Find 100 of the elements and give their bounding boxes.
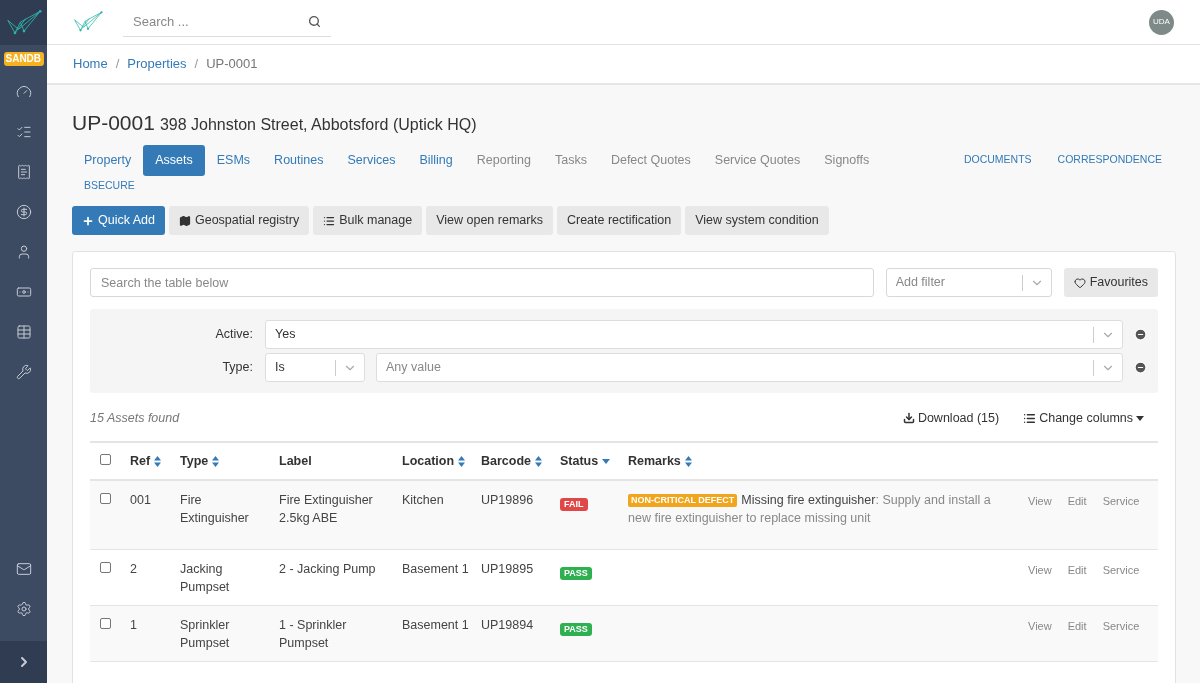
column-header[interactable]: Location (402, 451, 466, 471)
tab[interactable]: Reporting (464, 144, 543, 176)
status-badge: PASS (560, 566, 592, 580)
tab[interactable]: Services (335, 144, 408, 176)
map-icon (179, 214, 191, 227)
tab[interactable]: CORRESPONDENCE (1044, 152, 1175, 168)
column-header[interactable]: Ref (130, 451, 162, 471)
search-field[interactable]: Search ... (133, 11, 308, 32)
breadcrumb-link[interactable]: Properties (127, 54, 187, 74)
tab[interactable]: ESMs (204, 144, 263, 176)
action-button[interactable]: Bulk manage (313, 206, 423, 236)
remove-filter-icon[interactable] (1134, 328, 1147, 342)
action-button[interactable]: Quick Add (72, 206, 165, 236)
defect-badge: NON-CRITICAL DEFECT (628, 494, 738, 508)
filter-label: Type: (221, 359, 254, 377)
tab[interactable]: Signoffs (812, 144, 882, 176)
table-cell: UP19896 (481, 493, 534, 508)
sort-icon[interactable] (535, 455, 543, 467)
checkbox[interactable] (100, 493, 111, 505)
checkbox[interactable] (100, 561, 111, 573)
sort-icon[interactable] (212, 455, 220, 467)
operator-dropdown[interactable]: Is (265, 353, 365, 383)
table-cell: 2 - Jacking Pump (279, 561, 376, 576)
tab[interactable]: Tasks (542, 144, 599, 176)
table-cell: Sprinkler Pumpset (180, 617, 230, 650)
row-action-link[interactable]: Edit (1067, 493, 1087, 510)
action-button[interactable]: Create rectification (556, 206, 682, 236)
dollar-icon[interactable] (15, 204, 32, 220)
row-action-link[interactable]: View (1028, 617, 1052, 635)
receipt-icon[interactable] (15, 164, 32, 180)
download-button[interactable]: Download (15) (902, 408, 1000, 428)
remove-filter-icon[interactable] (1134, 361, 1147, 375)
wrench-icon[interactable] (15, 364, 32, 380)
sort-icon[interactable] (458, 455, 466, 467)
heart-icon (1073, 276, 1086, 289)
mail-icon[interactable] (15, 561, 32, 577)
tab[interactable]: Billing (407, 144, 465, 176)
table-cell: 001 (130, 493, 151, 508)
table-cell: Fire Extinguisher 2.5kg ABE (279, 493, 373, 526)
breadcrumb-link[interactable]: Home (73, 54, 108, 74)
caret-down-icon (1136, 415, 1144, 421)
row-action-link[interactable]: View (1028, 493, 1052, 510)
tab[interactable]: Assets (143, 144, 205, 176)
favourites-button[interactable]: Favourites (1063, 268, 1158, 298)
column-header[interactable]: Label (279, 451, 312, 471)
row-action-link[interactable]: Service (1102, 561, 1140, 579)
table-cell: Fire Extinguisher (180, 493, 249, 526)
filter-value-dropdown[interactable]: Yes (265, 320, 1123, 350)
filter-value-dropdown[interactable]: Any value (376, 353, 1123, 383)
property-address: 398 Johnston Street, Abbotsford (Uptick HQ) (159, 115, 477, 135)
tab[interactable]: BSECURE (72, 177, 147, 194)
row-action-link[interactable]: Edit (1067, 617, 1087, 635)
row-action-link[interactable]: Edit (1067, 561, 1087, 579)
filter-label: Active: (214, 326, 254, 344)
table-cell: 1 (130, 617, 137, 632)
table-icon[interactable] (15, 324, 32, 340)
sort-desc-icon[interactable] (602, 458, 611, 464)
tab[interactable]: Property (72, 144, 144, 176)
status-badge: PASS (560, 622, 592, 636)
table-cell: Basement 1 (402, 561, 469, 576)
search-icon[interactable] (308, 15, 321, 28)
checkbox[interactable] (100, 617, 111, 629)
action-button[interactable]: Geospatial registry (169, 206, 310, 236)
list-icon (323, 214, 336, 227)
column-header[interactable]: Type (180, 451, 220, 471)
column-header[interactable]: Status (560, 451, 611, 471)
table-search-field[interactable]: Search the table below (90, 268, 874, 298)
column-header[interactable]: Remarks (628, 451, 692, 471)
action-button[interactable]: View open remarks (426, 206, 553, 236)
change-columns-button[interactable]: Change columns (1023, 408, 1144, 428)
gauge-icon[interactable] (15, 84, 32, 100)
tab[interactable]: Service Quotes (702, 144, 813, 176)
table-cell: Kitchen (402, 493, 444, 508)
user-avatar[interactable]: UDA (1149, 9, 1174, 35)
tab[interactable]: Defect Quotes (598, 144, 703, 176)
row-action-link[interactable]: Service (1102, 617, 1140, 635)
checklist-icon[interactable] (15, 124, 32, 140)
sort-icon[interactable] (684, 455, 692, 467)
environment-badge: SANDB (3, 52, 44, 66)
tab[interactable]: Routines (262, 144, 336, 176)
breadcrumb-separator: / (194, 55, 199, 74)
tab[interactable]: DOCUMENTS (950, 152, 1045, 168)
action-button[interactable]: View system condition (685, 206, 829, 236)
row-action-link[interactable]: View (1028, 561, 1052, 579)
list-icon (1023, 411, 1037, 425)
checkbox[interactable] (100, 453, 111, 465)
settings-icon[interactable] (15, 601, 32, 617)
add-filter-dropdown[interactable]: Add filter (885, 268, 1052, 298)
table-cell: 2 (130, 561, 137, 576)
results-count: 15 Assets found (90, 409, 181, 427)
remark-text: NON-CRITICAL DEFECT Missing fire extinguisher: Supply and install a new fire extinguisher to replace missing unit (628, 493, 991, 526)
logo-icon (73, 10, 103, 34)
column-header[interactable]: Barcode (481, 451, 543, 471)
table-cell: Basement 1 (402, 617, 469, 632)
sort-icon[interactable] (154, 455, 162, 467)
breadcrumb-separator: / (115, 55, 120, 74)
table-cell: Jacking Pumpset (180, 561, 230, 594)
row-action-link[interactable]: Service (1102, 493, 1140, 510)
banknote-icon[interactable] (15, 284, 32, 300)
status-badge: FAIL (560, 498, 588, 512)
